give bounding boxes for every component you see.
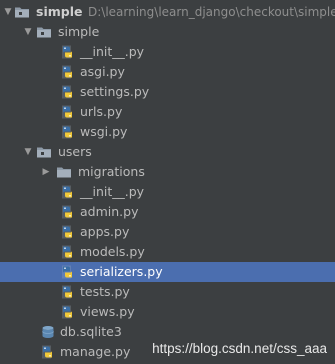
chevron-right-icon[interactable]: ▶	[40, 162, 52, 182]
folder-icon	[36, 145, 52, 159]
tree-row-file[interactable]: __init__.py	[0, 42, 335, 62]
tree-item-label: manage.py	[60, 344, 131, 359]
tree-item-label: migrations	[78, 164, 145, 179]
tree-row-file[interactable]: apps.py	[0, 222, 335, 242]
tree-row-folder[interactable]: ▶ migrations	[0, 162, 335, 182]
folder-icon	[56, 165, 72, 179]
chevron-down-icon[interactable]: ▼	[22, 142, 34, 162]
tree-row-file[interactable]: __init__.py	[0, 182, 335, 202]
tree-item-label: admin.py	[80, 204, 139, 219]
project-name: simple	[36, 4, 83, 19]
python-file-icon	[60, 85, 76, 99]
python-file-icon	[60, 265, 76, 279]
tree-item-label: views.py	[80, 304, 135, 319]
python-file-icon	[60, 65, 76, 79]
tree-item-label: asgi.py	[80, 64, 125, 79]
tree-item-label: tests.py	[80, 284, 130, 299]
tree-row-file-selected[interactable]: serializers.py	[0, 262, 335, 282]
python-file-icon	[60, 245, 76, 259]
python-file-icon	[60, 45, 76, 59]
chevron-down-icon[interactable]: ▼	[22, 22, 34, 42]
tree-row-folder[interactable]: ▼ simple	[0, 22, 335, 42]
python-file-icon	[40, 345, 56, 359]
tree-row-file[interactable]: tests.py	[0, 282, 335, 302]
tree-item-label: wsgi.py	[80, 124, 128, 139]
chevron-down-icon[interactable]: ▼	[2, 2, 14, 22]
tree-item-label: __init__.py	[80, 44, 145, 59]
tree-item-label: __init__.py	[80, 184, 145, 199]
tree-row-file[interactable]: wsgi.py	[0, 122, 335, 142]
tree-row-file[interactable]: db.sqlite3	[0, 322, 335, 342]
tree-row-folder[interactable]: ▼ users	[0, 142, 335, 162]
tree-item-label: settings.py	[80, 84, 150, 99]
project-tree: ▼ simple D:\learning\learn_django\checko…	[0, 0, 335, 364]
tree-item-label: apps.py	[80, 224, 130, 239]
tree-row-file[interactable]: models.py	[0, 242, 335, 262]
tree-item-label: serializers.py	[80, 264, 163, 279]
tree-item-label: models.py	[80, 244, 145, 259]
python-file-icon	[60, 105, 76, 119]
tree-row-file[interactable]: asgi.py	[0, 62, 335, 82]
tree-row-project-root[interactable]: ▼ simple D:\learning\learn_django\checko…	[0, 2, 335, 22]
tree-item-label: simple	[58, 24, 100, 39]
database-icon	[40, 325, 56, 339]
python-file-icon	[60, 125, 76, 139]
tree-item-label: users	[58, 144, 92, 159]
tree-row-file[interactable]: settings.py	[0, 82, 335, 102]
python-file-icon	[60, 305, 76, 319]
python-file-icon	[60, 205, 76, 219]
tree-item-label: urls.py	[80, 104, 123, 119]
folder-icon	[14, 5, 30, 19]
python-file-icon	[60, 185, 76, 199]
python-file-icon	[60, 225, 76, 239]
tree-row-file[interactable]: views.py	[0, 302, 335, 322]
watermark-text: https://blog.csdn.net/css_aaa	[152, 341, 327, 356]
project-path: D:\learning\learn_django\checkout\simple	[88, 5, 335, 19]
tree-row-file[interactable]: admin.py	[0, 202, 335, 222]
tree-row-file[interactable]: urls.py	[0, 102, 335, 122]
tree-item-label: db.sqlite3	[60, 324, 122, 339]
python-file-icon	[60, 285, 76, 299]
folder-icon	[36, 25, 52, 39]
